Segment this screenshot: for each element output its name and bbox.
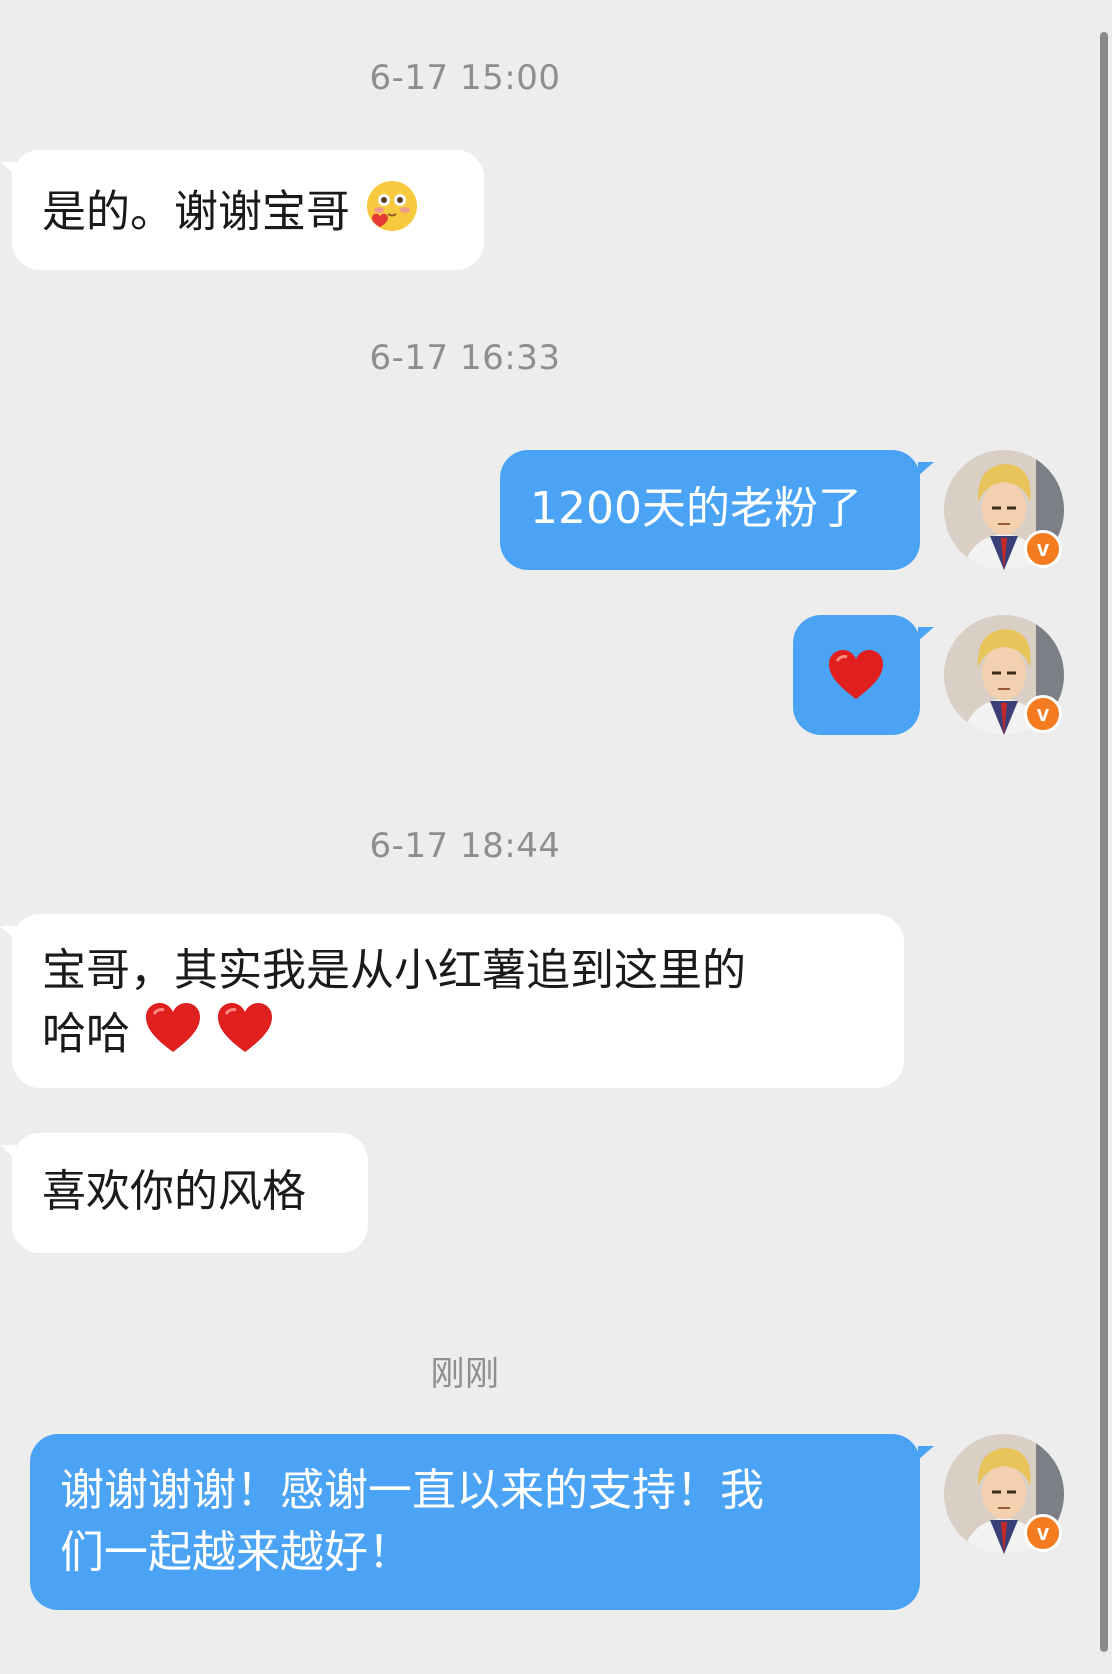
bubble-tail [918,627,934,641]
bubble-tail [918,1446,934,1460]
outgoing-message-bubble[interactable]: 1200天的老粉了 [500,450,920,570]
timestamp: 6-17 18:44 [369,826,561,866]
incoming-message-bubble[interactable]: 宝哥，其实我是从小红薯追到这里的 哈哈 [12,914,904,1088]
outgoing-message-bubble[interactable]: 谢谢谢谢！感谢一直以来的支持！我 们一起越来越好！ [30,1434,920,1610]
verified-badge-icon: v [1024,530,1062,568]
timestamp: 6-17 15:00 [369,58,561,98]
incoming-message-bubble[interactable]: 是的。谢谢宝哥 [12,150,484,270]
scrollbar[interactable] [1100,32,1108,1652]
verified-badge-icon: v [1024,1514,1062,1552]
incoming-message-bubble[interactable]: 喜欢你的风格 [12,1133,368,1253]
outgoing-message-bubble[interactable] [793,615,920,735]
message-text: 喜欢你的风格 [42,1166,306,1217]
message-text-line: 哈哈 [42,1008,130,1060]
verified-badge-icon: v [1024,695,1062,733]
timestamp: 6-17 16:33 [369,338,561,378]
bubble-tail [918,462,934,476]
red-heart-icon [144,1002,202,1071]
red-heart-icon [827,649,885,718]
timestamp: 刚刚 [430,1354,500,1394]
message-text: 1200天的老粉了 [530,483,862,534]
red-heart-icon [216,1002,274,1071]
message-text-line: 谢谢谢谢！感谢一直以来的支持！我 [60,1465,764,1516]
message-text-line: 宝哥，其实我是从小红薯追到这里的 [42,945,746,996]
message-text: 是的。谢谢宝哥 [42,186,350,238]
blushing-face-with-heart-icon [364,178,420,251]
message-text-line: 们一起越来越好！ [60,1527,412,1578]
